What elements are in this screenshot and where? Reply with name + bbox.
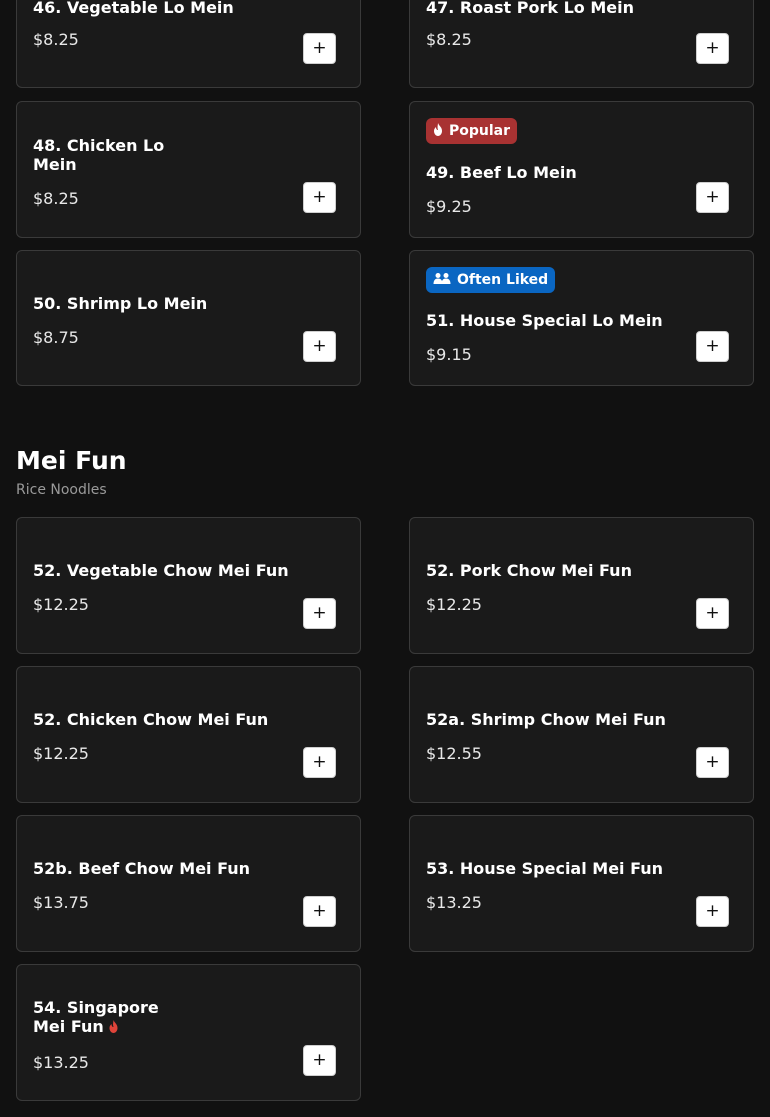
item-price: $12.25 (426, 595, 482, 614)
menu-item-card[interactable]: 48. Chicken Lo Mein $8.25 + (16, 101, 361, 238)
item-name: 51. House Special Lo Mein (426, 311, 663, 330)
add-item-button[interactable]: + (303, 598, 336, 629)
menu-item-card[interactable]: 53. House Special Mei Fun $13.25 + (409, 815, 754, 952)
item-price: $13.75 (33, 893, 89, 912)
menu-item-card[interactable]: 47. Roast Pork Lo Mein $8.25 + (409, 0, 754, 88)
add-item-button[interactable]: + (303, 331, 336, 362)
section-subtitle: Rice Noodles (16, 482, 107, 498)
add-item-button[interactable]: + (696, 331, 729, 362)
menu-item-card[interactable]: 52. Pork Chow Mei Fun $12.25 + (409, 517, 754, 654)
item-name: 52a. Shrimp Chow Mei Fun (426, 710, 666, 729)
add-item-button[interactable]: + (303, 1045, 336, 1076)
item-price: $12.25 (33, 744, 89, 763)
item-name: 50. Shrimp Lo Mein (33, 294, 208, 313)
add-item-button[interactable]: + (303, 182, 336, 213)
item-name: 52b. Beef Chow Mei Fun (33, 859, 251, 878)
add-item-button[interactable]: + (696, 598, 729, 629)
item-price: $12.25 (33, 595, 89, 614)
people-icon (433, 272, 451, 288)
menu-item-card[interactable]: 50. Shrimp Lo Mein $8.75 + (16, 250, 361, 386)
item-price: $13.25 (33, 1053, 89, 1072)
item-name: 47. Roast Pork Lo Mein (426, 0, 634, 17)
menu-page: 46. Vegetable Lo Mein $8.25 + 47. Roast … (0, 0, 770, 1117)
add-item-button[interactable]: + (696, 896, 729, 927)
item-price: $8.75 (33, 328, 79, 347)
add-item-button[interactable]: + (696, 182, 729, 213)
menu-item-card[interactable]: 52. Vegetable Chow Mei Fun $12.25 + (16, 517, 361, 654)
item-price: $12.55 (426, 744, 482, 763)
item-name: 52. Pork Chow Mei Fun (426, 561, 632, 580)
fire-icon (108, 1018, 119, 1037)
item-name: 46. Vegetable Lo Mein (33, 0, 234, 17)
menu-item-card[interactable]: Popular 49. Beef Lo Mein $9.25 + (409, 101, 754, 238)
item-name: 48. Chicken Lo Mein (33, 136, 165, 174)
item-price: $8.25 (33, 30, 79, 49)
section-title: Mei Fun (16, 446, 127, 475)
item-name: 54. Singapore Mei Fun (33, 998, 183, 1037)
menu-item-card[interactable]: 52a. Shrimp Chow Mei Fun $12.55 + (409, 666, 754, 803)
add-item-button[interactable]: + (303, 747, 336, 778)
menu-item-card[interactable]: 46. Vegetable Lo Mein $8.25 + (16, 0, 361, 88)
item-name: 49. Beef Lo Mein (426, 163, 577, 182)
item-name: 53. House Special Mei Fun (426, 859, 664, 878)
badge-label: Popular (449, 123, 511, 139)
item-price: $8.25 (33, 189, 79, 208)
item-price: $9.25 (426, 197, 472, 216)
add-item-button[interactable]: + (696, 747, 729, 778)
item-name: 52. Chicken Chow Mei Fun (33, 710, 269, 729)
add-item-button[interactable]: + (696, 33, 729, 64)
menu-item-card[interactable]: 54. Singapore Mei Fun $13.25 + (16, 964, 361, 1101)
add-item-button[interactable]: + (303, 33, 336, 64)
item-price: $8.25 (426, 30, 472, 49)
menu-item-card[interactable]: 52. Chicken Chow Mei Fun $12.25 + (16, 666, 361, 803)
badge-label: Often Liked (457, 272, 549, 288)
popular-badge: Popular (426, 118, 518, 144)
item-name-text: 54. Singapore Mei Fun (33, 998, 159, 1036)
item-price: $9.15 (426, 345, 472, 364)
add-item-button[interactable]: + (303, 896, 336, 927)
menu-item-card[interactable]: Often Liked 51. House Special Lo Mein $9… (409, 250, 754, 386)
menu-item-card[interactable]: 52b. Beef Chow Mei Fun $13.75 + (16, 815, 361, 952)
often-liked-badge: Often Liked (426, 267, 556, 293)
fire-icon (433, 123, 443, 139)
item-price: $13.25 (426, 893, 482, 912)
item-name: 52. Vegetable Chow Mei Fun (33, 561, 289, 580)
